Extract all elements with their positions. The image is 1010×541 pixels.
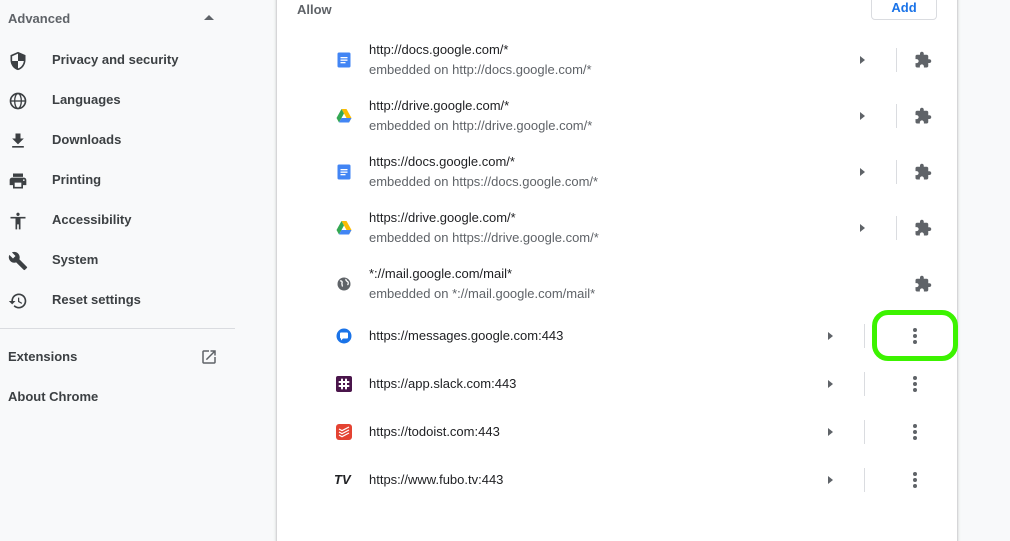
site-list-item[interactable]: https://app.slack.com:443 [277, 360, 957, 408]
site-embedded-on: embedded on *://mail.google.com/mail* [369, 286, 596, 301]
sidebar-item-downloads[interactable]: Downloads [0, 124, 235, 156]
site-embedded-on: embedded on http://docs.google.com/* [369, 62, 592, 77]
vertical-separator [896, 48, 897, 72]
shield-icon [10, 51, 26, 71]
site-origin: https://docs.google.com/* [369, 154, 515, 169]
site-origin: http://docs.google.com/* [369, 42, 509, 57]
sidebar-item-label: Reset settings [52, 292, 141, 307]
chevron-up-icon [204, 15, 214, 20]
settings-sidebar: Advanced Privacy and security Languages … [0, 0, 235, 535]
allow-section-title: Allow [297, 2, 332, 17]
site-list-item[interactable]: http://docs.google.com/* embedded on htt… [277, 38, 957, 86]
chevron-right-icon[interactable] [860, 168, 865, 176]
sidebar-item-reset[interactable]: Reset settings [0, 284, 235, 316]
highlight-annotation [872, 310, 958, 361]
more-vert-icon[interactable] [905, 470, 925, 490]
vertical-separator [896, 216, 897, 240]
extension-puzzle-icon[interactable] [914, 219, 932, 237]
site-list-item[interactable]: https://docs.google.com/* embedded on ht… [277, 150, 957, 198]
chevron-right-icon[interactable] [860, 56, 865, 64]
sidebar-item-label: Downloads [52, 132, 122, 147]
site-origin: https://todoist.com:443 [369, 424, 500, 439]
site-list-item[interactable]: http://drive.google.com/* embedded on ht… [277, 94, 957, 142]
site-origin: https://app.slack.com:443 [369, 376, 517, 391]
site-origin: https://messages.google.com:443 [369, 328, 564, 343]
wrench-icon [8, 251, 28, 271]
sidebar-item-printing[interactable]: Printing [0, 164, 235, 196]
site-embedded-on: embedded on https://drive.google.com/* [369, 230, 599, 245]
sidebar-item-system[interactable]: System [0, 244, 235, 276]
chevron-right-icon[interactable] [828, 428, 833, 436]
chevron-right-icon[interactable] [860, 112, 865, 120]
site-list-item[interactable]: https://todoist.com:443 [277, 408, 957, 456]
site-list-item[interactable]: https://drive.google.com/* embedded on h… [277, 206, 957, 254]
chevron-right-icon[interactable] [828, 476, 833, 484]
site-origin: http://drive.google.com/* [369, 98, 510, 113]
chevron-right-icon[interactable] [860, 224, 865, 232]
fubo-tv-icon: TV [334, 472, 351, 487]
accessibility-icon [10, 212, 26, 230]
open-in-new-icon[interactable] [200, 348, 218, 366]
extension-puzzle-icon[interactable] [914, 163, 932, 181]
vertical-separator [896, 104, 897, 128]
sidebar-item-about[interactable]: About Chrome [8, 389, 98, 404]
todoist-icon [336, 424, 352, 440]
site-origin: https://drive.google.com/* [369, 210, 516, 225]
more-vert-icon[interactable] [905, 422, 925, 442]
globe-icon [337, 277, 351, 291]
google-docs-icon [337, 164, 351, 180]
vertical-separator [864, 420, 865, 444]
extension-puzzle-icon[interactable] [914, 275, 932, 293]
vertical-separator [896, 160, 897, 184]
google-drive-icon [336, 109, 352, 123]
sidebar-item-languages[interactable]: Languages [0, 84, 235, 116]
add-button[interactable]: Add [871, 0, 937, 20]
extension-puzzle-icon[interactable] [914, 51, 932, 69]
globe-icon [9, 92, 27, 110]
chevron-right-icon[interactable] [828, 380, 833, 388]
sidebar-item-privacy[interactable]: Privacy and security [0, 44, 235, 76]
sidebar-item-label: Accessibility [52, 212, 132, 227]
sidebar-item-extensions[interactable]: Extensions [8, 349, 77, 364]
site-list-item[interactable]: https://messages.google.com:443 [277, 312, 957, 360]
site-origin: *://mail.google.com/mail* [369, 266, 513, 281]
download-icon [12, 133, 24, 148]
site-list-item: *://mail.google.com/mail* embedded on *:… [277, 262, 957, 310]
advanced-label: Advanced [8, 11, 71, 26]
sidebar-divider [0, 328, 235, 329]
printer-icon [9, 173, 27, 189]
chevron-right-icon[interactable] [828, 332, 833, 340]
google-drive-icon [336, 221, 352, 235]
sidebar-item-accessibility[interactable]: Accessibility [0, 204, 235, 236]
slack-icon [336, 376, 352, 392]
site-embedded-on: embedded on https://docs.google.com/* [369, 174, 599, 189]
sidebar-item-label: System [52, 252, 99, 267]
site-embedded-on: embedded on http://drive.google.com/* [369, 118, 593, 133]
vertical-separator [864, 372, 865, 396]
vertical-separator [864, 324, 865, 348]
site-list-item[interactable]: TV https://www.fubo.tv:443 [277, 456, 957, 504]
google-docs-icon [337, 52, 351, 68]
extension-puzzle-icon[interactable] [914, 107, 932, 125]
vertical-separator [864, 468, 865, 492]
restore-icon [8, 293, 27, 309]
google-messages-icon [336, 328, 352, 344]
more-vert-icon[interactable] [905, 374, 925, 394]
sidebar-item-label: Privacy and security [52, 52, 179, 67]
sidebar-item-label: Printing [52, 172, 102, 187]
sidebar-item-label: Languages [52, 92, 121, 107]
advanced-section-toggle[interactable]: Advanced [8, 11, 218, 29]
site-origin: https://www.fubo.tv:443 [369, 472, 504, 487]
